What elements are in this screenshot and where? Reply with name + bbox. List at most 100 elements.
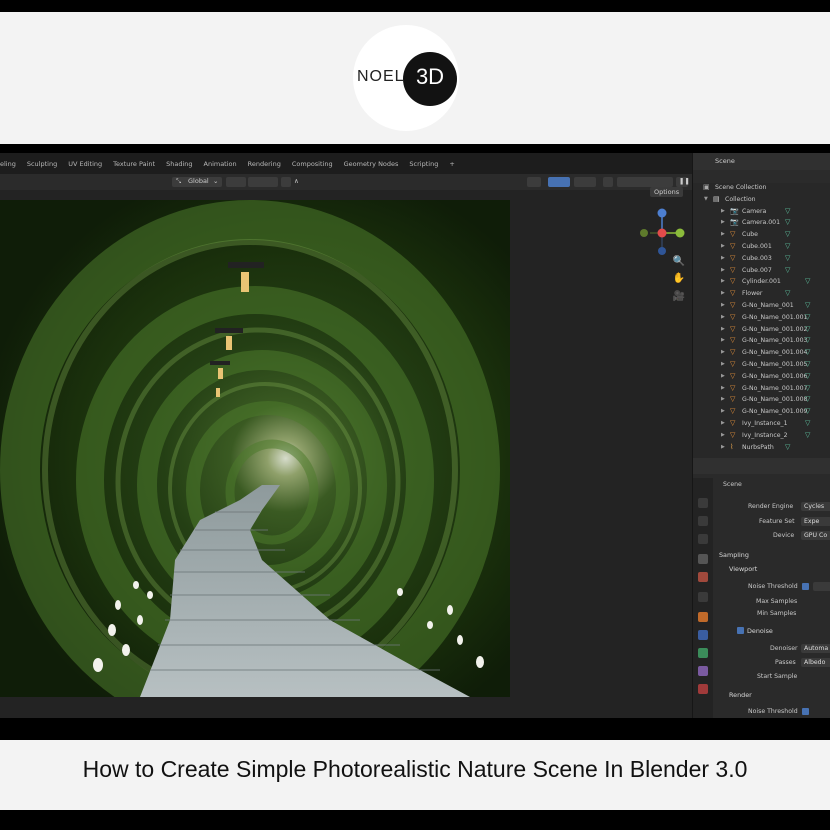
tab-constraints[interactable]: [698, 666, 708, 676]
outliner-item[interactable]: ▶ ▽ G-No_Name_001.009 ▽: [693, 407, 830, 419]
tab-modifiers[interactable]: [698, 630, 708, 640]
outliner-item[interactable]: ▶ ▽ Cylinder.001 ▽: [693, 277, 830, 289]
workspace-tab[interactable]: Scripting: [409, 160, 438, 168]
expand-icon[interactable]: ▶: [721, 337, 725, 343]
visibility-button[interactable]: [527, 177, 541, 187]
denoiser-dropdown[interactable]: Automa: [801, 644, 830, 653]
expand-icon[interactable]: ▶: [721, 208, 725, 214]
expand-icon[interactable]: ▶: [721, 349, 725, 355]
outliner-item[interactable]: ▶ 📷 Camera ▽: [693, 207, 830, 219]
expand-icon[interactable]: ▶: [721, 302, 725, 308]
modifier-icon: ▽: [785, 241, 791, 250]
workspace-tab[interactable]: Texture Paint: [113, 160, 155, 168]
tab-output[interactable]: [698, 516, 708, 526]
workspace-tab[interactable]: Animation: [204, 160, 237, 168]
xray-toggle[interactable]: [603, 177, 613, 187]
denoise-checkbox[interactable]: [737, 627, 744, 634]
options-dropdown[interactable]: Options: [650, 187, 684, 197]
expand-icon[interactable]: ▶: [721, 408, 725, 414]
snap-button[interactable]: [248, 177, 278, 187]
workspace-tab[interactable]: Compositing: [292, 160, 333, 168]
tab-render[interactable]: [698, 498, 708, 508]
expand-icon[interactable]: ▶: [721, 267, 725, 273]
outliner-search[interactable]: [693, 170, 830, 183]
render-subsection[interactable]: Render: [729, 691, 752, 699]
tab-world[interactable]: [698, 572, 708, 582]
shading-modes[interactable]: [617, 177, 673, 187]
outliner-item[interactable]: ▶ ▽ G-No_Name_001.002 ▽: [693, 325, 830, 337]
passes-dropdown[interactable]: Albedo: [801, 658, 830, 667]
expand-icon[interactable]: ▶: [721, 420, 725, 426]
expand-icon[interactable]: ▶: [721, 255, 725, 261]
viewport-subsection[interactable]: Viewport: [729, 565, 757, 573]
outliner-item[interactable]: ▶ ▽ Ivy_Instance_1 ▽: [693, 419, 830, 431]
workspace-tab[interactable]: UV Editing: [68, 160, 102, 168]
feature-set-dropdown[interactable]: Expe: [801, 517, 830, 526]
zoom-icon[interactable]: 🔍: [672, 256, 686, 270]
noise-threshold-render-checkbox[interactable]: [802, 708, 809, 715]
expand-icon[interactable]: ▶: [721, 243, 725, 249]
proportional-button[interactable]: [281, 177, 291, 187]
render-engine-dropdown[interactable]: Cycles: [801, 502, 830, 511]
tab-scene[interactable]: [698, 554, 708, 564]
device-label: Device: [773, 532, 795, 539]
outliner-item[interactable]: ▶ ▽ Cube.007 ▽: [693, 266, 830, 278]
workspace-tab[interactable]: Rendering: [248, 160, 281, 168]
device-dropdown[interactable]: GPU Co: [801, 531, 830, 540]
outliner-row-collection[interactable]: ▼ ▤ Collection: [693, 195, 830, 207]
expand-icon[interactable]: ▶: [721, 326, 725, 332]
outliner-item[interactable]: ▶ ▽ G-No_Name_001 ▽: [693, 301, 830, 313]
outliner-item[interactable]: ▶ ▽ Flower ▽: [693, 289, 830, 301]
expand-icon[interactable]: ▶: [721, 231, 725, 237]
expand-icon[interactable]: ▶: [721, 314, 725, 320]
expand-icon[interactable]: ▶: [721, 444, 725, 450]
outliner-item[interactable]: ▶ ▽ G-No_Name_001.003 ▽: [693, 336, 830, 348]
scene-name[interactable]: Scene: [715, 157, 735, 165]
viewport-render[interactable]: [0, 200, 510, 697]
expand-icon[interactable]: ▶: [721, 385, 725, 391]
camera-view-icon[interactable]: 🎥: [672, 291, 686, 305]
expand-icon[interactable]: ▶: [721, 396, 725, 402]
tab-object[interactable]: [698, 612, 708, 622]
workspace-tab[interactable]: Sculpting: [27, 160, 57, 168]
gizmo-toggle[interactable]: [548, 177, 570, 187]
outliner-item[interactable]: ▶ 📷 Camera.001 ▽: [693, 218, 830, 230]
outliner-item[interactable]: ▶ ▽ G-No_Name_001.001 ▽: [693, 313, 830, 325]
workspace-tab[interactable]: eling: [0, 160, 16, 168]
outliner-item[interactable]: ▶ ▽ Cube ▽: [693, 230, 830, 242]
expand-icon[interactable]: ▶: [721, 219, 725, 225]
tab-view-layer[interactable]: [698, 534, 708, 544]
workspace-tab[interactable]: Shading: [166, 160, 192, 168]
video-title: How to Create Simple Photorealistic Natu…: [82, 756, 748, 782]
outliner-item-label: Cube.003: [742, 254, 772, 262]
noise-threshold-checkbox[interactable]: [802, 583, 809, 590]
expand-icon[interactable]: ▶: [721, 432, 725, 438]
modifier-icon: ▽: [785, 265, 791, 274]
outliner-item[interactable]: ▶ ▽ G-No_Name_001.005 ▽: [693, 360, 830, 372]
outliner-item[interactable]: ▶ ▽ Ivy_Instance_2 ▽: [693, 431, 830, 443]
outliner-item[interactable]: ▶ ▽ G-No_Name_001.004 ▽: [693, 348, 830, 360]
outliner-row-root[interactable]: ▣ Scene Collection: [693, 183, 830, 195]
overlay-toggle[interactable]: [574, 177, 596, 187]
tab-data[interactable]: [698, 684, 708, 694]
sampling-section[interactable]: Sampling: [719, 551, 749, 559]
expand-icon[interactable]: ▶: [721, 361, 725, 367]
expand-icon[interactable]: ▶: [721, 373, 725, 379]
outliner-item[interactable]: ▶ ▽ G-No_Name_001.008 ▽: [693, 395, 830, 407]
outliner-item[interactable]: ▶ ▽ G-No_Name_001.007 ▽: [693, 384, 830, 396]
tab-collection[interactable]: [698, 592, 708, 602]
expand-icon[interactable]: ▶: [721, 278, 725, 284]
outliner-item[interactable]: ▶ ▽ Cube.003 ▽: [693, 254, 830, 266]
pivot-button[interactable]: [226, 177, 246, 187]
expand-icon[interactable]: ▶: [721, 290, 725, 296]
outliner-item[interactable]: ▶ ▽ Cube.001 ▽: [693, 242, 830, 254]
workspace-tab[interactable]: +: [449, 160, 454, 168]
outliner-item[interactable]: ▶ ▽ G-No_Name_001.006 ▽: [693, 372, 830, 384]
outliner-item[interactable]: ▶ ⌇ NurbsPath ▽: [693, 443, 830, 455]
workspace-tab[interactable]: Geometry Nodes: [344, 160, 399, 168]
hand-pan-icon[interactable]: ✋: [672, 273, 686, 287]
tab-physics[interactable]: [698, 648, 708, 658]
noise-threshold-field[interactable]: [813, 582, 830, 591]
denoise-subsection[interactable]: Denoise: [747, 627, 773, 635]
mesh-object-icon: ▽: [730, 324, 736, 333]
